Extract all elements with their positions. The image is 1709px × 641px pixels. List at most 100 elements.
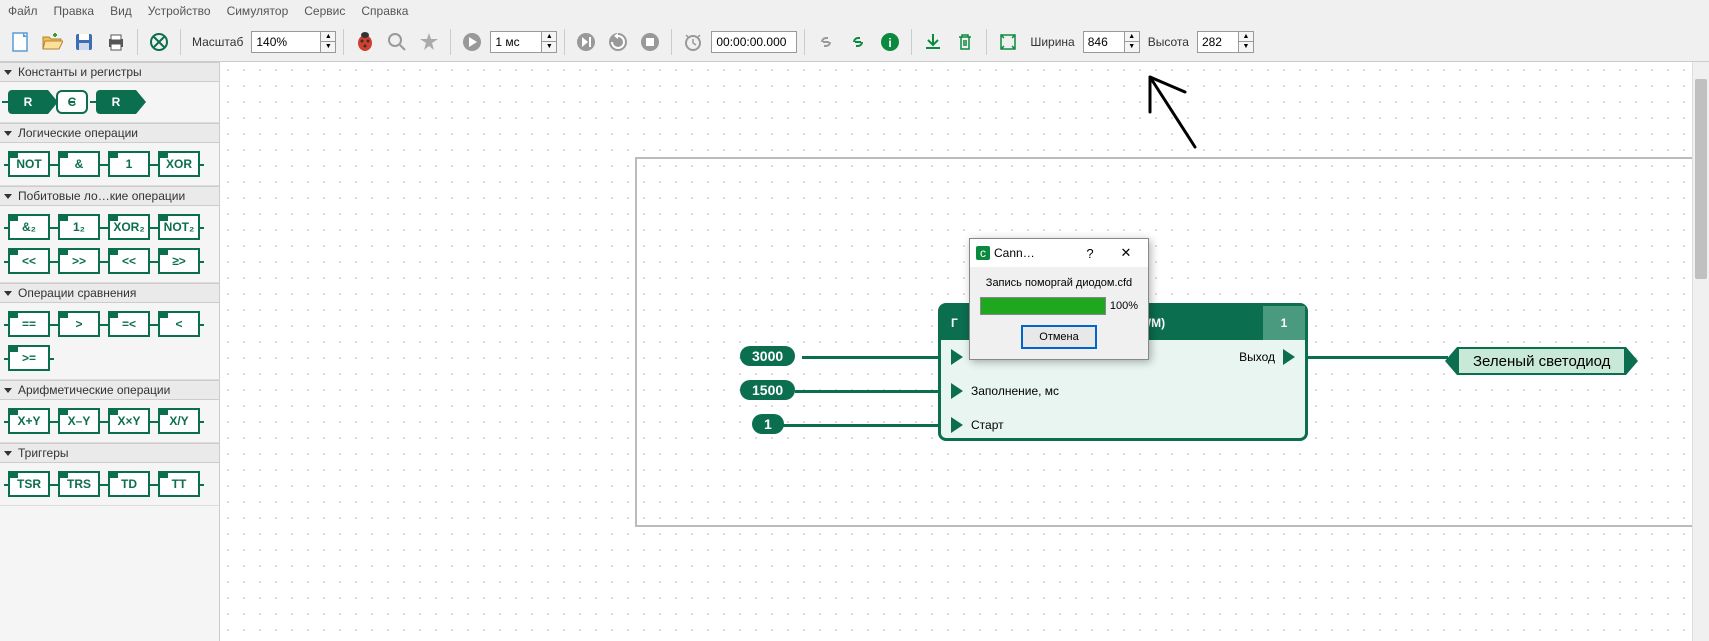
clock-input[interactable] bbox=[711, 31, 797, 53]
scale-up[interactable]: ▲ bbox=[321, 32, 335, 42]
scale-spinner[interactable]: ▲▼ bbox=[251, 31, 336, 53]
block-gt[interactable]: > bbox=[58, 311, 100, 337]
input3-label: Старт bbox=[971, 418, 1004, 432]
block-rol[interactable]: << bbox=[108, 248, 150, 274]
input2-label: Заполнение, мс bbox=[971, 384, 1059, 398]
const-1500[interactable]: 1500 bbox=[740, 380, 795, 400]
download-icon[interactable] bbox=[919, 28, 947, 56]
target-icon[interactable] bbox=[145, 28, 173, 56]
output-port-icon[interactable] bbox=[1283, 349, 1295, 365]
help-button[interactable]: ? bbox=[1074, 239, 1106, 267]
height-label: Высота bbox=[1148, 35, 1189, 49]
block-not[interactable]: NOT bbox=[8, 151, 50, 177]
menu-file[interactable]: Файл bbox=[8, 4, 38, 18]
save-icon[interactable] bbox=[70, 28, 98, 56]
bug-icon[interactable] bbox=[351, 28, 379, 56]
block-shl[interactable]: << bbox=[8, 248, 50, 274]
timestep-spinner[interactable]: ▲▼ bbox=[490, 31, 557, 53]
wire bbox=[795, 390, 938, 393]
block-td[interactable]: TD bbox=[108, 471, 150, 497]
play-icon[interactable] bbox=[458, 28, 486, 56]
block-shr[interactable]: >> bbox=[58, 248, 100, 274]
menu-service[interactable]: Сервис bbox=[304, 4, 345, 18]
link-icon[interactable] bbox=[812, 28, 840, 56]
group-bitwise[interactable]: Побитовые ло…кие операции bbox=[0, 186, 219, 206]
group-logic[interactable]: Логические операции bbox=[0, 123, 219, 143]
block-le[interactable]: =< bbox=[108, 311, 150, 337]
progress-percent: 100% bbox=[1110, 300, 1138, 312]
input-port-icon[interactable] bbox=[951, 383, 963, 399]
block-div[interactable]: X/Y bbox=[158, 408, 200, 434]
block-bxor[interactable]: XOR₂ bbox=[108, 214, 150, 240]
block-ge[interactable]: >= bbox=[8, 345, 50, 371]
block-and[interactable]: & bbox=[58, 151, 100, 177]
height-input[interactable] bbox=[1197, 31, 1239, 53]
group-compare[interactable]: Операции сравнения bbox=[0, 283, 219, 303]
canvas-area[interactable]: 3000 1500 1 Г(PWM) 1 Выход Заполнение, м… bbox=[220, 62, 1709, 641]
block-add[interactable]: X+Y bbox=[8, 408, 50, 434]
menu-help[interactable]: Справка bbox=[361, 4, 408, 18]
block-xor[interactable]: XOR bbox=[158, 151, 200, 177]
fit-icon[interactable] bbox=[994, 28, 1022, 56]
svg-text:i: i bbox=[889, 36, 892, 50]
block-trs[interactable]: TRS bbox=[58, 471, 100, 497]
zoom-icon[interactable] bbox=[383, 28, 411, 56]
trash-icon[interactable] bbox=[951, 28, 979, 56]
cancel-button[interactable]: Отмена bbox=[1021, 325, 1096, 349]
vertical-scrollbar[interactable] bbox=[1692, 62, 1709, 641]
group-constants[interactable]: Константы и регистры bbox=[0, 62, 219, 82]
height-spinner[interactable]: ▲▼ bbox=[1197, 31, 1254, 53]
print-icon[interactable] bbox=[102, 28, 130, 56]
group-triggers[interactable]: Триггеры bbox=[0, 443, 219, 463]
block-r-in[interactable]: R bbox=[8, 90, 48, 114]
step-icon[interactable] bbox=[572, 28, 600, 56]
progress-dialog: c Cann… ? ✕ Запись поморгай диодом.cfd 1… bbox=[969, 238, 1149, 360]
output-label: Выход bbox=[1239, 350, 1275, 364]
toolbar: Масштаб ▲▼ ▲▼ i Ширина ▲▼ Высота ▲▼ bbox=[0, 22, 1709, 62]
width-spinner[interactable]: ▲▼ bbox=[1083, 31, 1140, 53]
block-tt[interactable]: TT bbox=[158, 471, 200, 497]
block-eq[interactable]: == bbox=[8, 311, 50, 337]
node-title-prefix: Г bbox=[951, 316, 958, 330]
svg-text:c: c bbox=[980, 246, 986, 260]
block-mul[interactable]: X×Y bbox=[108, 408, 150, 434]
menu-view[interactable]: Вид bbox=[110, 4, 132, 18]
block-or[interactable]: 1 bbox=[108, 151, 150, 177]
width-label: Ширина bbox=[1030, 35, 1074, 49]
info-icon[interactable]: i bbox=[876, 28, 904, 56]
block-bnot[interactable]: NOT₂ bbox=[158, 214, 200, 240]
input-port-icon[interactable] bbox=[951, 349, 963, 365]
menu-device[interactable]: Устройство bbox=[148, 4, 211, 18]
const-1[interactable]: 1 bbox=[752, 414, 784, 434]
unlink-icon[interactable] bbox=[844, 28, 872, 56]
group-arith[interactable]: Арифметические операции bbox=[0, 380, 219, 400]
wire bbox=[1308, 356, 1448, 359]
block-tsr[interactable]: TSR bbox=[8, 471, 50, 497]
scale-input[interactable] bbox=[251, 31, 321, 53]
block-sub[interactable]: X–Y bbox=[58, 408, 100, 434]
block-lt[interactable]: < bbox=[158, 311, 200, 337]
reload-icon[interactable] bbox=[604, 28, 632, 56]
const-3000[interactable]: 3000 bbox=[740, 346, 795, 366]
led-output-tag[interactable]: Зеленый светодиод bbox=[1457, 347, 1626, 375]
new-icon[interactable] bbox=[6, 28, 34, 56]
timestep-input[interactable] bbox=[490, 31, 542, 53]
block-c[interactable]: C bbox=[56, 90, 88, 114]
palette-sidebar[interactable]: Константы и регистры R C R Логические оп… bbox=[0, 62, 220, 641]
width-input[interactable] bbox=[1083, 31, 1125, 53]
block-r-out[interactable]: R bbox=[96, 90, 136, 114]
node-badge: 1 bbox=[1261, 306, 1305, 340]
menu-edit[interactable]: Правка bbox=[54, 4, 95, 18]
block-band[interactable]: &₂ bbox=[8, 214, 50, 240]
scale-down[interactable]: ▼ bbox=[321, 42, 335, 52]
input-port-icon[interactable] bbox=[951, 417, 963, 433]
close-button[interactable]: ✕ bbox=[1110, 239, 1142, 267]
block-ror[interactable]: ≥> bbox=[158, 248, 200, 274]
star-icon[interactable] bbox=[415, 28, 443, 56]
dialog-title: Cann… bbox=[994, 246, 1070, 260]
stop-icon[interactable] bbox=[636, 28, 664, 56]
menu-simulator[interactable]: Симулятор bbox=[227, 4, 289, 18]
open-icon[interactable] bbox=[38, 28, 66, 56]
alarm-icon[interactable] bbox=[679, 28, 707, 56]
block-bor[interactable]: 1₂ bbox=[58, 214, 100, 240]
